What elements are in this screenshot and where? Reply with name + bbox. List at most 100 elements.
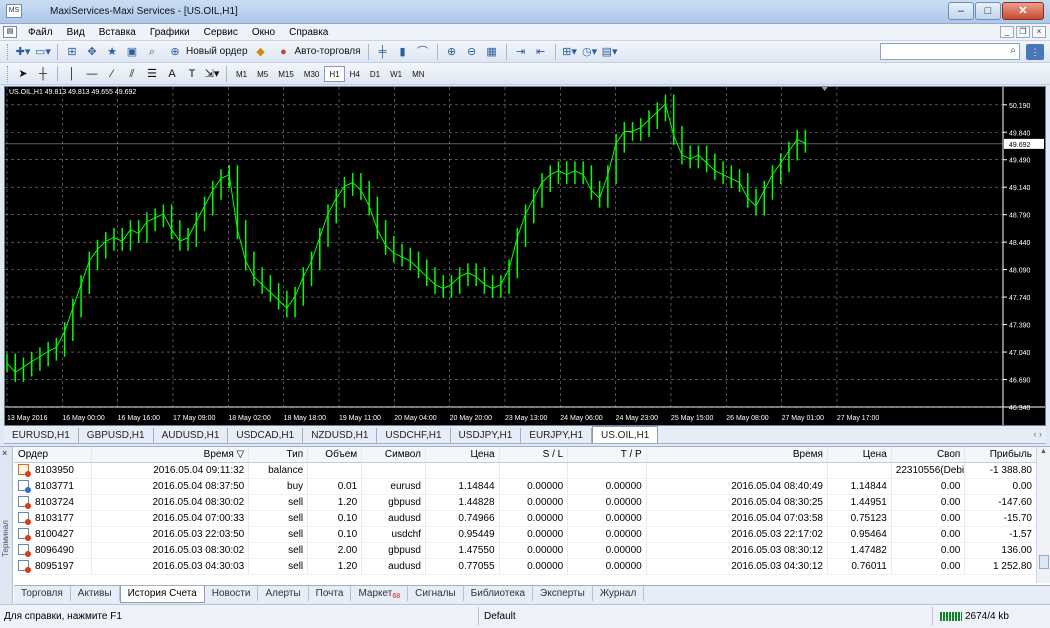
- maximize-button[interactable]: □: [975, 2, 1001, 20]
- mdi-restore-button[interactable]: ❐: [1016, 26, 1030, 38]
- chart-tab-nzdusd[interactable]: NZDUSD,H1: [303, 428, 378, 443]
- col-type[interactable]: Тип: [249, 447, 309, 462]
- col-open-price[interactable]: Цена: [426, 447, 500, 462]
- indicators-icon[interactable]: ⊞▾: [562, 44, 578, 60]
- mdi-close-button[interactable]: ×: [1032, 26, 1046, 38]
- periods-icon[interactable]: ◷▾: [582, 44, 598, 60]
- tab-library[interactable]: Библиотека: [464, 586, 534, 601]
- timeframe-d1[interactable]: D1: [365, 66, 385, 82]
- scroll-up-icon[interactable]: ▲: [1040, 448, 1047, 455]
- data-window-icon[interactable]: ✥: [84, 44, 100, 60]
- tab-news[interactable]: Новости: [205, 586, 259, 601]
- tab-alerts[interactable]: Алерты: [258, 586, 309, 601]
- tab-market[interactable]: Маркет68: [351, 586, 409, 601]
- community-icon[interactable]: ⋮: [1026, 44, 1044, 60]
- col-close-price[interactable]: Цена: [828, 447, 892, 462]
- zoom-in-icon[interactable]: ⊕: [444, 44, 460, 60]
- minimize-button[interactable]: –: [948, 2, 974, 20]
- vertical-line-icon[interactable]: │: [64, 66, 80, 82]
- search-input[interactable]: ⌕: [880, 43, 1020, 60]
- timeframe-m5[interactable]: M5: [252, 66, 273, 82]
- col-symbol[interactable]: Символ: [362, 447, 426, 462]
- tab-scroll-arrows[interactable]: ‹ ›: [1034, 429, 1043, 439]
- table-row[interactable]: 8103950 2016.05.04 09:11:32 balance 2231055…: [14, 463, 1036, 479]
- tab-experts[interactable]: Эксперты: [533, 586, 593, 601]
- col-sl[interactable]: S / L: [500, 447, 569, 462]
- crosshair-icon[interactable]: ┼: [35, 66, 51, 82]
- table-row[interactable]: 8103177 2016.05.04 07:00:33 sell 0.10 audusd…: [14, 511, 1036, 527]
- bar-chart-icon[interactable]: ╪: [375, 44, 391, 60]
- table-scrollbar[interactable]: ▲: [1036, 447, 1050, 583]
- profiles-icon[interactable]: ▭▾: [35, 44, 51, 60]
- timeframe-m30[interactable]: M30: [299, 66, 325, 82]
- chart-window-icon[interactable]: ▤: [3, 26, 17, 38]
- timeframe-h4[interactable]: H4: [345, 66, 365, 82]
- col-volume[interactable]: Объем: [308, 447, 363, 462]
- col-swap[interactable]: Своп: [892, 447, 966, 462]
- table-row[interactable]: 8103771 2016.05.04 08:37:50 buy 0.01 eurusd 1…: [14, 479, 1036, 495]
- tab-journal[interactable]: Журнал: [593, 586, 645, 601]
- timeframe-w1[interactable]: W1: [385, 66, 407, 82]
- col-profit[interactable]: Прибыль: [965, 447, 1036, 462]
- table-row[interactable]: 8103724 2016.05.04 08:30:02 sell 1.20 gbpusd…: [14, 495, 1036, 511]
- tab-trade[interactable]: Торговля: [14, 586, 71, 601]
- zoom-out-icon[interactable]: ⊖: [464, 44, 480, 60]
- menu-view[interactable]: Вид: [60, 24, 92, 41]
- menu-help[interactable]: Справка: [282, 24, 335, 41]
- timeframe-h1[interactable]: H1: [324, 65, 345, 82]
- col-order[interactable]: Ордер: [14, 447, 93, 462]
- chart-tab-eurusd[interactable]: EURUSD,H1: [4, 428, 79, 443]
- table-row[interactable]: 8096490 2016.05.03 08:30:02 sell 2.00 gbpusd…: [14, 543, 1036, 559]
- arrows-icon[interactable]: ⇲▾: [204, 66, 220, 82]
- terminal-close-icon[interactable]: ×: [2, 448, 7, 458]
- table-row[interactable]: 8095197 2016.05.03 04:30:03 sell 1.20 audusd…: [14, 559, 1036, 575]
- menu-insert[interactable]: Вставка: [92, 24, 143, 41]
- horizontal-line-icon[interactable]: —: [84, 66, 100, 82]
- timeframe-mn[interactable]: MN: [407, 66, 429, 82]
- chart-tab-usdchf[interactable]: USDCHF,H1: [377, 428, 451, 443]
- chart-tab-eurjpy[interactable]: EURJPY,H1: [521, 428, 593, 443]
- price-chart[interactable]: 50.190 49.840 49.490 49.140 48.790 48.440 48.0…: [4, 86, 1046, 426]
- fibonacci-icon[interactable]: ☰: [144, 66, 160, 82]
- line-chart-icon[interactable]: ⌒: [415, 44, 431, 60]
- text-label-icon[interactable]: T: [184, 66, 200, 82]
- menu-charts[interactable]: Графики: [143, 24, 197, 41]
- chart-tab-usdjpy[interactable]: USDJPY,H1: [451, 428, 522, 443]
- chart-canvas[interactable]: 50.190 49.840 49.490 49.140 48.790 48.440 48.0…: [5, 87, 1045, 425]
- col-open-time[interactable]: Время ▽: [92, 447, 250, 462]
- chart-tab-audusd[interactable]: AUDUSD,H1: [154, 428, 229, 443]
- chart-tab-gbpusd[interactable]: GBPUSD,H1: [79, 428, 154, 443]
- menu-tools[interactable]: Сервис: [197, 24, 245, 41]
- toolbar-grip[interactable]: [7, 65, 10, 82]
- chart-shift-icon[interactable]: ⇤: [533, 44, 549, 60]
- menu-file[interactable]: Файл: [21, 24, 60, 41]
- auto-trading-button[interactable]: ● Авто-торговля: [271, 43, 364, 61]
- chart-tab-usdcad[interactable]: USDCAD,H1: [228, 428, 304, 443]
- templates-icon[interactable]: ▤▾: [602, 44, 618, 60]
- equidistant-channel-icon[interactable]: ⫽: [124, 66, 140, 82]
- close-button[interactable]: ✕: [1002, 2, 1044, 20]
- tab-account-history[interactable]: История Счета: [119, 586, 205, 603]
- col-close-time[interactable]: Время: [647, 447, 828, 462]
- col-tp[interactable]: T / P: [568, 447, 647, 462]
- metaeditor-icon[interactable]: ◆: [253, 44, 269, 60]
- trendline-icon[interactable]: ⁄: [104, 66, 120, 82]
- chart-tab-usoil[interactable]: US.OIL,H1: [592, 426, 659, 443]
- new-order-button[interactable]: ⊕ Новый ордер: [162, 43, 251, 61]
- text-tool-icon[interactable]: A: [164, 66, 180, 82]
- cursor-icon[interactable]: ➤: [15, 66, 31, 82]
- candlestick-icon[interactable]: ▮: [395, 44, 411, 60]
- new-chart-icon[interactable]: ✚▾: [15, 44, 31, 60]
- tab-mailbox[interactable]: Почта: [309, 586, 352, 601]
- terminal-icon[interactable]: ▣: [124, 44, 140, 60]
- tab-signals[interactable]: Сигналы: [408, 586, 464, 601]
- timeframe-m15[interactable]: M15: [273, 66, 299, 82]
- tester-icon[interactable]: ⌕: [144, 44, 160, 60]
- timeframe-m1[interactable]: M1: [231, 66, 252, 82]
- market-watch-icon[interactable]: ⊞: [64, 44, 80, 60]
- toolbar-grip[interactable]: [7, 43, 10, 60]
- scrollbar-thumb[interactable]: [1039, 555, 1049, 569]
- autoscroll-icon[interactable]: ⇥: [513, 44, 529, 60]
- tab-exposure[interactable]: Активы: [71, 586, 120, 601]
- menu-window[interactable]: Окно: [245, 24, 282, 41]
